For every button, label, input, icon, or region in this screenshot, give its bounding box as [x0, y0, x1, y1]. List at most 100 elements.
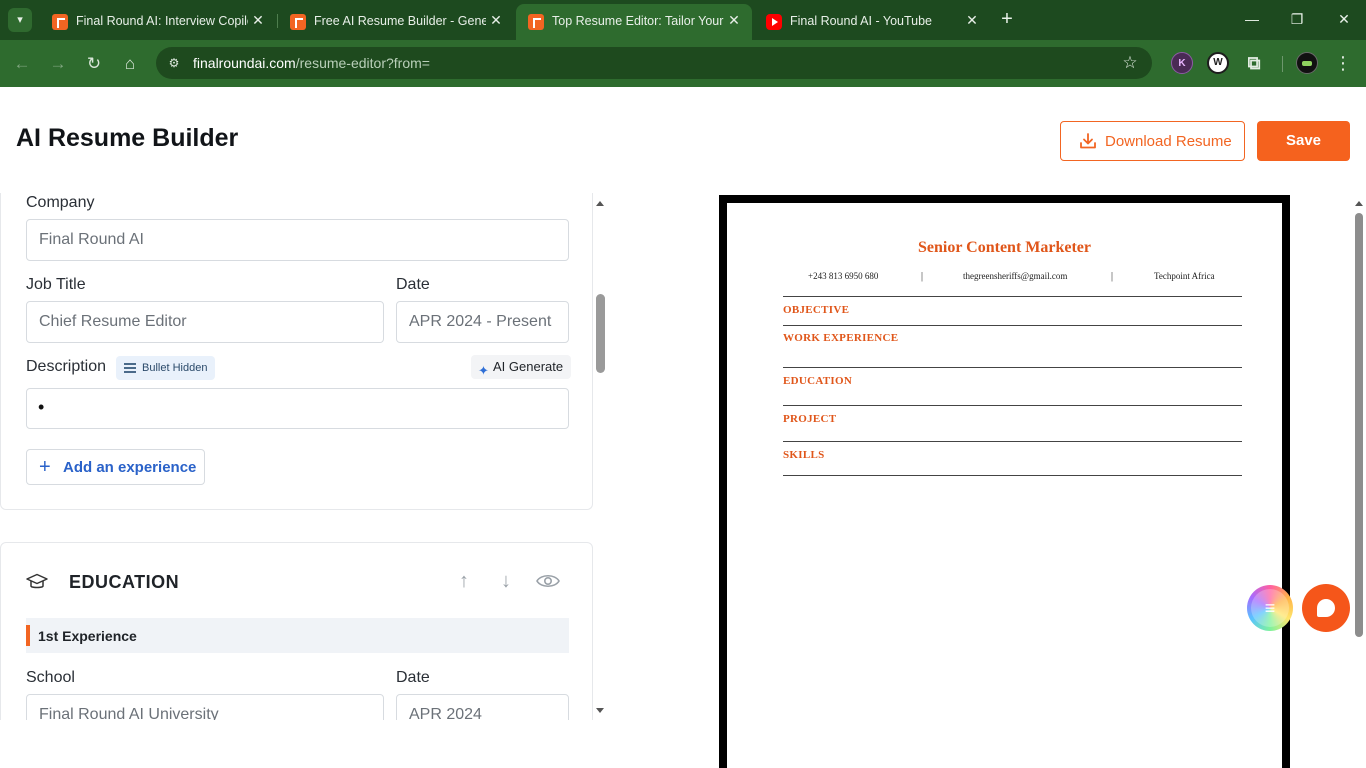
accent-bar [26, 625, 30, 646]
list-icon [124, 363, 136, 373]
add-experience-button[interactable]: + Add an experience [26, 449, 205, 485]
scroll-down-icon[interactable] [596, 708, 604, 713]
close-icon[interactable]: ✕ [964, 12, 980, 28]
eye-icon[interactable] [536, 573, 560, 589]
chat-button[interactable] [1302, 584, 1350, 632]
download-resume-label: Download Resume [1105, 133, 1232, 150]
final-round-icon [290, 14, 306, 30]
description-bullet: • [38, 397, 45, 417]
tab-title: Free AI Resume Builder - Generator [314, 14, 486, 28]
page-scrollbar[interactable] [1352, 198, 1366, 768]
divider [783, 296, 1242, 297]
resume-name: Senior Content Marketer [918, 239, 1091, 256]
education-section-title: EDUCATION [69, 572, 180, 592]
close-icon[interactable]: ✕ [488, 12, 504, 28]
scroll-up-icon[interactable] [596, 201, 604, 206]
download-resume-button[interactable]: Download Resume [1060, 121, 1245, 161]
editor-pane[interactable]: Company Final Round AI Job Title Chief R… [0, 193, 608, 720]
education-entry-label: 1st Experience [38, 628, 137, 644]
extension-w-icon[interactable]: W [1207, 52, 1229, 74]
tab-title: Final Round AI - YouTube [790, 14, 932, 28]
divider [783, 405, 1242, 406]
divider [783, 367, 1242, 368]
bullet-toggle-label: Bullet Hidden [142, 362, 208, 374]
resume-section-skills: SKILLS [783, 449, 825, 461]
move-up-arrow-icon[interactable]: ↑ [452, 569, 476, 593]
toolbar-separator [1282, 56, 1283, 72]
final-round-icon [52, 14, 68, 30]
resume-section-work-experience: WORK EXPERIENCE [783, 332, 899, 344]
education-entry-header[interactable]: 1st Experience [26, 618, 569, 653]
date-input[interactable]: APR 2024 - Present [396, 301, 569, 343]
new-tab-plus-icon[interactable]: + [996, 8, 1018, 30]
youtube-icon [766, 14, 782, 30]
minimize-icon[interactable]: — [1238, 8, 1266, 30]
tab-resume-builder[interactable]: Free AI Resume Builder - Generator ✕ [278, 6, 514, 36]
divider [783, 441, 1242, 442]
reload-icon[interactable]: ↻ [82, 52, 106, 76]
school-input[interactable]: Final Round AI University [26, 694, 384, 720]
education-card: EDUCATION ↑ ↓ 1st Experience School Fina… [0, 542, 593, 720]
job-title-input[interactable]: Chief Resume Editor [26, 301, 384, 343]
page-title: AI Resume Builder [16, 124, 239, 152]
ai-generate-button[interactable]: ✦ AI Generate [471, 355, 572, 379]
resume-separator: | [921, 271, 924, 282]
graduation-cap-icon [26, 573, 48, 589]
sparkle-icon: ✦ [478, 363, 489, 378]
tab-title: Final Round AI: Interview Copilot [76, 14, 248, 28]
move-down-arrow-icon[interactable]: ↓ [494, 569, 518, 593]
resume-section-project: PROJECT [783, 413, 837, 425]
tab-title: Top Resume Editor: Tailor Your Resume [552, 14, 724, 28]
close-icon[interactable]: ✕ [726, 12, 742, 28]
description-editor[interactable]: • [26, 388, 569, 429]
education-date-label: Date [396, 669, 430, 686]
tab-youtube[interactable]: Final Round AI - YouTube ✕ [754, 6, 990, 36]
download-icon [1080, 133, 1096, 149]
home-icon[interactable]: ⌂ [118, 52, 142, 76]
description-label: Description [26, 358, 107, 375]
browser-menu-icon[interactable]: ⋮ [1334, 52, 1352, 74]
back-arrow-icon[interactable]: ← [10, 52, 34, 76]
bookmark-star-icon[interactable]: ☆ [1120, 53, 1140, 73]
window-close-icon[interactable]: ✕ [1330, 8, 1358, 30]
tab-search-button[interactable]: ▾ [8, 8, 32, 32]
bullet-toggle-button[interactable]: Bullet Hidden [116, 356, 216, 380]
restore-icon[interactable]: ❐ [1283, 8, 1311, 30]
divider [783, 325, 1242, 326]
scroll-up-icon[interactable] [1355, 201, 1363, 206]
resume-preview: Senior Content Marketer +243 813 6950 68… [719, 195, 1290, 768]
browser-tab-strip: ▾ Final Round AI: Interview Copilot ✕ Fr… [0, 0, 1366, 40]
url-path: /resume-editor?from= [295, 55, 430, 71]
final-round-icon [528, 14, 544, 30]
education-date-input[interactable]: APR 2024 [396, 694, 569, 720]
divider [783, 475, 1242, 476]
resume-phone: +243 813 6950 680 [808, 271, 879, 281]
extension-k-icon[interactable]: K [1171, 52, 1193, 74]
profile-avatar[interactable] [1296, 52, 1318, 74]
tab-interview-copilot[interactable]: Final Round AI: Interview Copilot ✕ [40, 6, 276, 36]
company-label: Company [26, 194, 95, 211]
site-info-icon[interactable]: ⚙ [164, 53, 184, 73]
ai-generate-label: AI Generate [493, 359, 564, 374]
school-label: School [26, 669, 75, 686]
close-icon[interactable]: ✕ [250, 12, 266, 28]
resume-section-objective: OBJECTIVE [783, 304, 850, 316]
resume-separator: | [1111, 271, 1114, 282]
tab-resume-editor[interactable]: Top Resume Editor: Tailor Your Resume ✕ [516, 4, 752, 40]
experience-card: Company Final Round AI Job Title Chief R… [0, 193, 593, 510]
page-scroll-thumb[interactable] [1355, 213, 1363, 637]
browser-toolbar: ← → ↻ ⌂ ⚙ finalroundai.com/resume-editor… [0, 40, 1366, 87]
forward-arrow-icon[interactable]: → [46, 52, 70, 76]
extensions-puzzle-icon[interactable]: ⧉ [1243, 52, 1265, 74]
scroll-thumb[interactable] [596, 294, 605, 373]
address-bar[interactable]: ⚙ finalroundai.com/resume-editor?from= ☆ [156, 47, 1152, 79]
resume-page [727, 203, 1282, 768]
url-text[interactable]: finalroundai.com/resume-editor?from= [193, 55, 430, 71]
save-button[interactable]: Save [1257, 121, 1350, 161]
plus-icon: + [39, 456, 51, 478]
notes-assistant-button[interactable]: ≡ [1247, 585, 1293, 631]
editor-scrollbar[interactable] [593, 193, 608, 720]
company-input[interactable]: Final Round AI [26, 219, 569, 261]
date-label: Date [396, 276, 430, 293]
notes-icon: ≡ [1251, 589, 1289, 627]
